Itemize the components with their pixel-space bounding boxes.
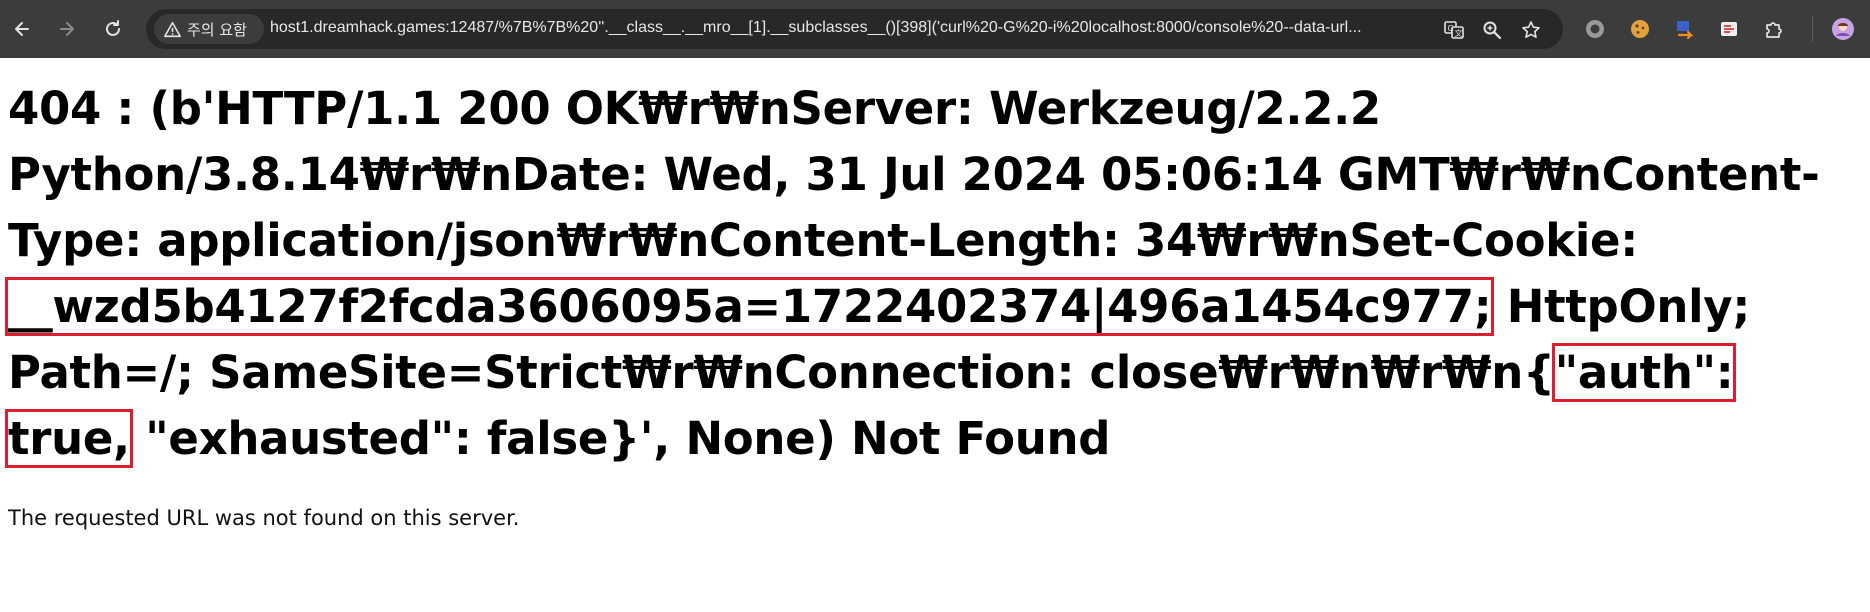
arrow-extension-icon	[1677, 21, 1694, 40]
warning-icon	[164, 21, 181, 37]
security-label: 주의 요함	[187, 20, 247, 39]
toolbar-divider	[1812, 16, 1813, 42]
security-chip[interactable]: 주의 요함	[154, 14, 264, 44]
svg-text:G: G	[1448, 24, 1454, 33]
circle-extension-icon	[1586, 20, 1604, 38]
not-found-message: The requested URL was not found on this …	[8, 506, 520, 530]
error-heading: 404 : (b'HTTP/1.1 200 OK₩r₩nServer: Werk…	[4, 76, 1864, 472]
editthiscookie-icon	[1721, 22, 1737, 36]
circle-extension-button[interactable]	[1582, 16, 1608, 42]
cookie-extension-button[interactable]	[1627, 16, 1653, 42]
reload-button[interactable]	[98, 14, 128, 44]
svg-text:文: 文	[1455, 28, 1463, 38]
forward-arrow-icon	[60, 22, 74, 36]
zoom-icon	[1483, 21, 1502, 40]
translate-icon: G文	[1444, 21, 1464, 39]
translate-button[interactable]: G文	[1443, 19, 1465, 41]
profile-button[interactable]	[1830, 16, 1856, 42]
heading-text-part1: 404 : (b'HTTP/1.1 200 OK₩r₩nServer: Werk…	[8, 82, 1820, 267]
arrow-extension-button[interactable]	[1672, 16, 1698, 42]
heading-text-part3: "exhausted": false}', None) Not Found	[129, 412, 1111, 465]
profile-avatar-icon	[1832, 18, 1854, 40]
highlighted-cookie-value: __wzd5b4127f2fcda3606095a=1722402374|496…	[4, 277, 1495, 336]
puzzle-extensions-icon	[1766, 22, 1782, 38]
bookmark-button[interactable]	[1520, 19, 1542, 41]
back-button[interactable]	[7, 14, 37, 44]
star-icon	[1522, 21, 1540, 38]
cookie-extension-icon	[1631, 20, 1649, 38]
browser-toolbar: 주의 요함 host1.dreamhack.games:12487/%7B%7B…	[0, 0, 1870, 58]
page-content: 404 : (b'HTTP/1.1 200 OK₩r₩nServer: Werk…	[4, 76, 1864, 530]
back-arrow-icon	[15, 22, 29, 36]
editthiscookie-button[interactable]	[1716, 16, 1742, 42]
url-text[interactable]: host1.dreamhack.games:12487/%7B%7B%20''.…	[270, 19, 1570, 37]
forward-button[interactable]	[52, 14, 82, 44]
reload-icon	[106, 20, 120, 36]
zoom-button[interactable]	[1481, 19, 1503, 41]
address-bar[interactable]: 주의 요함 host1.dreamhack.games:12487/%7B%7B…	[146, 9, 1563, 49]
extensions-button[interactable]	[1761, 16, 1787, 42]
